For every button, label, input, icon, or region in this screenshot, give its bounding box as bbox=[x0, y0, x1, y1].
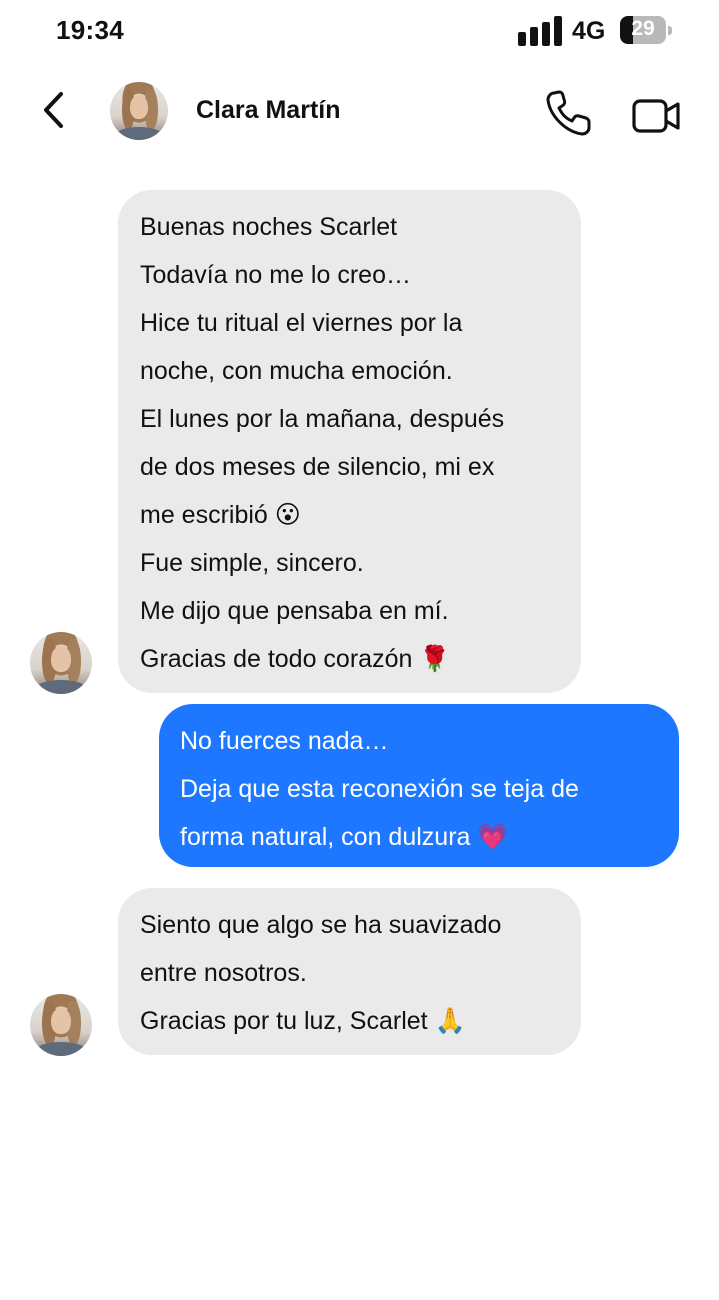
message-bubble-outgoing[interactable]: No fuerces nada… Deja que esta reconexió… bbox=[159, 704, 679, 867]
message-line: Hice tu ritual el viernes por la bbox=[140, 309, 463, 337]
message-line: Gracias por tu luz, Scarlet 🙏 bbox=[140, 1007, 466, 1035]
sender-avatar[interactable] bbox=[30, 994, 92, 1056]
phone-icon[interactable] bbox=[544, 88, 594, 138]
message-bubble-incoming[interactable]: Siento que algo se ha suavizado entre no… bbox=[118, 888, 581, 1055]
chevron-left-icon[interactable] bbox=[34, 88, 74, 132]
message-line: forma natural, con dulzura 💗 bbox=[180, 823, 509, 851]
status-time: 19:34 bbox=[56, 15, 124, 45]
message-line: Fue simple, sincero. bbox=[140, 549, 364, 577]
message-line: de dos meses de silencio, mi ex bbox=[140, 453, 495, 481]
network-type: 4G bbox=[572, 17, 606, 45]
message-line: Deja que esta reconexión se teja de bbox=[180, 775, 579, 803]
chat-screen: 19:34 4G 29 Clara Martín Buenas noches S… bbox=[0, 0, 719, 1300]
message-line: Me dijo que pensaba en mí. bbox=[140, 597, 449, 625]
message-line: No fuerces nada… bbox=[180, 727, 389, 755]
message-line: El lunes por la mañana, después bbox=[140, 405, 505, 433]
battery-cap bbox=[668, 26, 672, 35]
message-line: Todavía no me lo creo… bbox=[140, 261, 411, 289]
message-bubble-incoming[interactable]: Buenas noches Scarlet Todavía no me lo c… bbox=[118, 190, 581, 693]
battery-level: 29 bbox=[631, 17, 655, 40]
message-line: Siento que algo se ha suavizado bbox=[140, 911, 502, 939]
contact-name[interactable]: Clara Martín bbox=[196, 96, 340, 125]
message-line: me escribió 😮 bbox=[140, 501, 301, 529]
contact-avatar[interactable] bbox=[110, 82, 168, 140]
battery-icon: 29 bbox=[620, 16, 666, 44]
sender-avatar[interactable] bbox=[30, 632, 92, 694]
signal-strength-icon bbox=[518, 16, 564, 46]
message-line: noche, con mucha emoción. bbox=[140, 357, 453, 385]
message-line: Gracias de todo corazón 🌹 bbox=[140, 645, 451, 673]
message-line: entre nosotros. bbox=[140, 959, 307, 987]
message-line: Buenas noches Scarlet bbox=[140, 213, 398, 241]
video-camera-icon[interactable] bbox=[632, 96, 682, 136]
